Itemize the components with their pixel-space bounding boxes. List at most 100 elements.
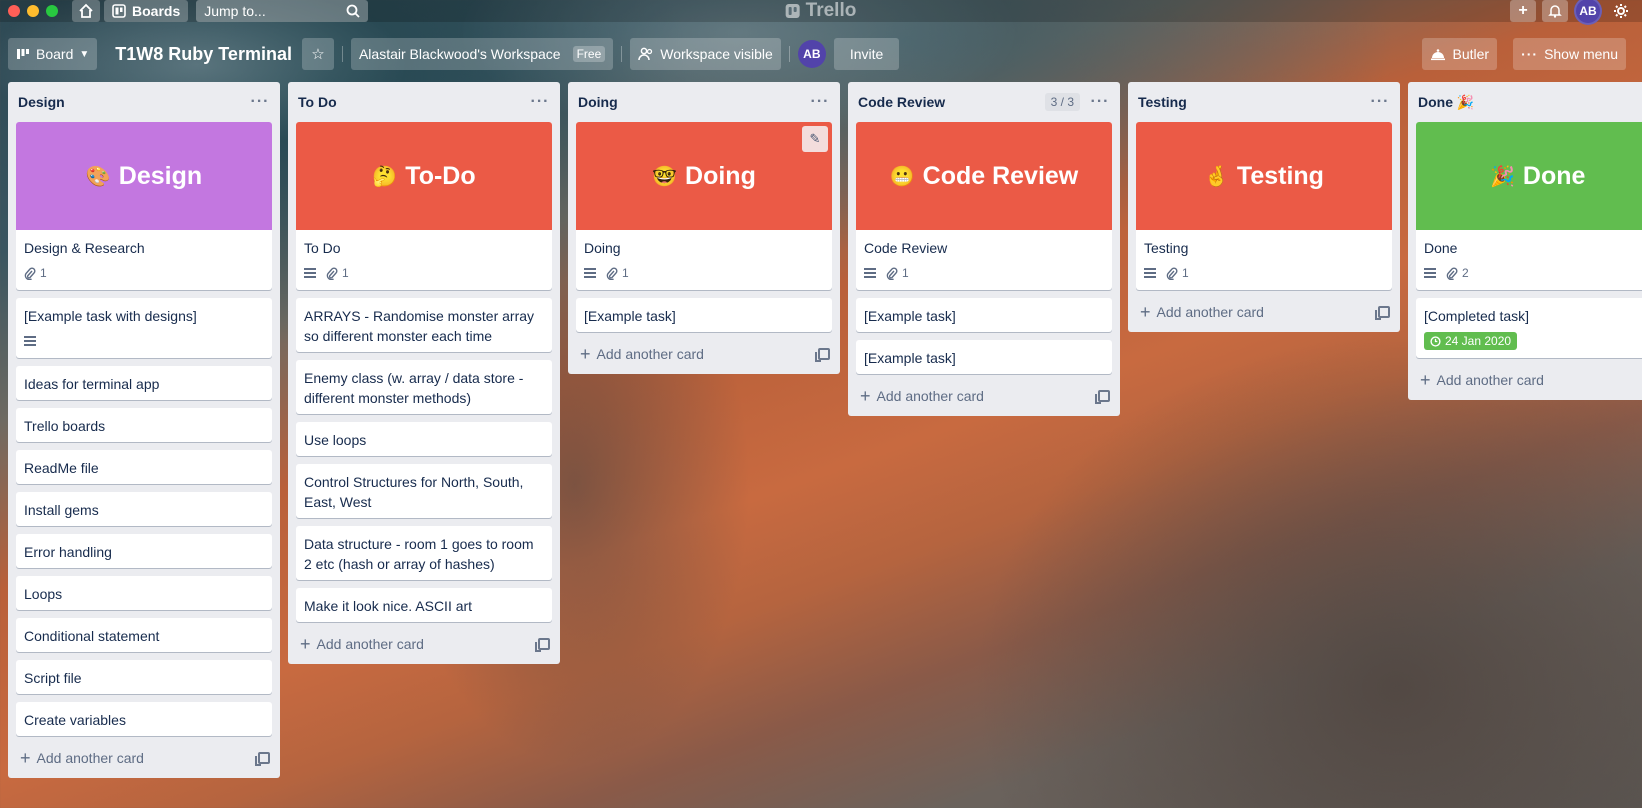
card[interactable]: Loops xyxy=(16,576,272,610)
card[interactable]: Use loops xyxy=(296,422,552,456)
create-button[interactable]: + xyxy=(1510,0,1536,22)
list-title[interactable]: To Do xyxy=(298,94,528,110)
board-lists: Design ··· 🎨 Design Design & Research 1 xyxy=(8,82,1642,778)
list-title[interactable]: Doing xyxy=(578,94,808,110)
card[interactable]: Trello boards xyxy=(16,408,272,442)
list-header[interactable]: Done 🎉 xyxy=(1408,82,1642,122)
minimize-window-button[interactable] xyxy=(27,5,39,17)
invite-button[interactable]: Invite xyxy=(833,38,900,70)
card[interactable]: Script file xyxy=(16,660,272,694)
card-cover-design[interactable]: 🎨 Design Design & Research 1 xyxy=(16,122,272,290)
board-member-avatar[interactable]: AB xyxy=(797,40,826,68)
card[interactable]: Error handling xyxy=(16,534,272,568)
card[interactable]: [Completed task] 24 Jan 2020 xyxy=(1416,298,1642,358)
card[interactable]: Control Structures for North, South, Eas… xyxy=(296,464,552,518)
card[interactable]: Conditional statement xyxy=(16,618,272,652)
card-badges: 1 xyxy=(24,262,264,284)
list-header[interactable]: Design ··· xyxy=(8,82,280,122)
card[interactable]: [Example task] xyxy=(856,340,1112,374)
card-template-icon[interactable] xyxy=(255,752,270,766)
card-template-icon[interactable] xyxy=(1095,390,1110,404)
notifications-button[interactable] xyxy=(1542,0,1568,22)
card-title: Install gems xyxy=(24,502,99,518)
list-header[interactable]: Doing ··· xyxy=(568,82,840,122)
card-cover-to-do[interactable]: 🤔 To-Do To Do 1 xyxy=(296,122,552,290)
add-card-button[interactable]: + Add another card xyxy=(288,628,560,660)
add-card-label: Add another card xyxy=(316,636,424,652)
card-list: 🤓 Doing ✎ Doing 1 [Example task] xyxy=(568,122,840,332)
workspace-button[interactable]: Alastair Blackwood's Workspace Free xyxy=(350,38,614,70)
list-menu-icon[interactable]: ··· xyxy=(528,93,552,111)
card-cover-doing[interactable]: 🤓 Doing ✎ Doing 1 xyxy=(576,122,832,290)
boards-label: Boards xyxy=(132,3,181,19)
trello-logo[interactable]: Trello xyxy=(785,0,856,22)
card[interactable]: [Example task with designs] xyxy=(16,298,272,358)
due-date-badge[interactable]: 24 Jan 2020 xyxy=(1424,332,1518,350)
attachment-badge: 1 xyxy=(886,266,909,280)
paperclip-icon xyxy=(24,266,36,280)
description-icon xyxy=(584,268,596,278)
board-view-switcher[interactable]: Board ▼ xyxy=(8,38,98,70)
member-initials: AB xyxy=(803,47,821,61)
card[interactable]: Make it look nice. ASCII art xyxy=(296,588,552,622)
list-header[interactable]: Testing ··· xyxy=(1128,82,1400,122)
card-template-icon[interactable] xyxy=(535,638,550,652)
card-cover: 🤞 Testing xyxy=(1136,122,1392,230)
boards-button[interactable]: Boards xyxy=(104,0,189,22)
bell-icon xyxy=(1548,5,1562,18)
window-controls xyxy=(8,5,58,17)
card[interactable]: Enemy class (w. array / data store - dif… xyxy=(296,360,552,414)
card-cover-done[interactable]: 🎉 Done Done 2 xyxy=(1416,122,1642,290)
butler-button[interactable]: Butler xyxy=(1422,38,1498,70)
cover-text: Design xyxy=(118,161,203,190)
card[interactable]: [Example task] xyxy=(576,298,832,332)
add-card-button[interactable]: + Add another card xyxy=(568,338,840,370)
board-header: Board ▼ T1W8 Ruby Terminal ☆ Alastair Bl… xyxy=(0,36,1642,72)
list-menu-icon[interactable]: ··· xyxy=(1088,93,1112,111)
card[interactable]: ReadMe file xyxy=(16,450,272,484)
star-board-button[interactable]: ☆ xyxy=(301,38,334,70)
list-title[interactable]: Code Review xyxy=(858,94,1045,110)
add-card-label: Add another card xyxy=(876,388,984,404)
list-header[interactable]: To Do ··· xyxy=(288,82,560,122)
card-template-icon[interactable] xyxy=(1375,306,1390,320)
card[interactable]: Ideas for terminal app xyxy=(16,366,272,400)
card[interactable]: ARRAYS - Randomise monster array so diff… xyxy=(296,298,552,352)
visibility-button[interactable]: Workspace visible xyxy=(630,38,781,70)
invite-label: Invite xyxy=(849,46,884,62)
list-menu-icon[interactable]: ··· xyxy=(1368,93,1392,111)
close-window-button[interactable] xyxy=(8,5,20,17)
list-header[interactable]: Code Review 3 / 3 ··· xyxy=(848,82,1120,122)
user-avatar[interactable]: AB xyxy=(1574,0,1602,25)
card-list: 🤞 Testing Testing 1 xyxy=(1128,122,1400,290)
card[interactable]: Create variables xyxy=(16,702,272,736)
card[interactable]: Install gems xyxy=(16,492,272,526)
list-title[interactable]: Design xyxy=(18,94,248,110)
edit-pencil-icon[interactable]: ✎ xyxy=(802,126,828,152)
show-menu-button[interactable]: ··· Show menu xyxy=(1513,38,1626,70)
add-card-button[interactable]: + Add another card xyxy=(1408,364,1642,396)
card[interactable]: [Example task] xyxy=(856,298,1112,332)
card-body: [Completed task] 24 Jan 2020 xyxy=(1416,298,1642,358)
list-title[interactable]: Done 🎉 xyxy=(1418,94,1640,111)
jump-to-search[interactable]: Jump to... xyxy=(196,0,369,22)
settings-button[interactable] xyxy=(1608,0,1634,22)
card-template-icon[interactable] xyxy=(815,348,830,362)
card-cover-code-review[interactable]: 😬 Code Review Code Review 1 xyxy=(856,122,1112,290)
home-button[interactable] xyxy=(72,0,100,22)
list-menu-icon[interactable]: ··· xyxy=(248,93,272,111)
attachment-count: 1 xyxy=(40,266,47,280)
plus-icon: + xyxy=(1140,302,1151,322)
add-card-button[interactable]: + Add another card xyxy=(8,742,280,774)
card-cover-testing[interactable]: 🤞 Testing Testing 1 xyxy=(1136,122,1392,290)
card-cover: 🤔 To-Do xyxy=(296,122,552,230)
zoom-window-button[interactable] xyxy=(46,5,58,17)
card-badges: 2 xyxy=(1424,262,1640,284)
list-menu-icon[interactable]: ··· xyxy=(808,93,832,111)
card[interactable]: Data structure - room 1 goes to room 2 e… xyxy=(296,526,552,580)
card-list: 🎉 Done Done 2 [Completed task] 24 Jan 20… xyxy=(1408,122,1642,358)
list-title[interactable]: Testing xyxy=(1138,94,1368,110)
board-title[interactable]: T1W8 Ruby Terminal xyxy=(105,38,302,70)
add-card-button[interactable]: + Add another card xyxy=(848,380,1120,412)
add-card-button[interactable]: + Add another card xyxy=(1128,296,1400,328)
